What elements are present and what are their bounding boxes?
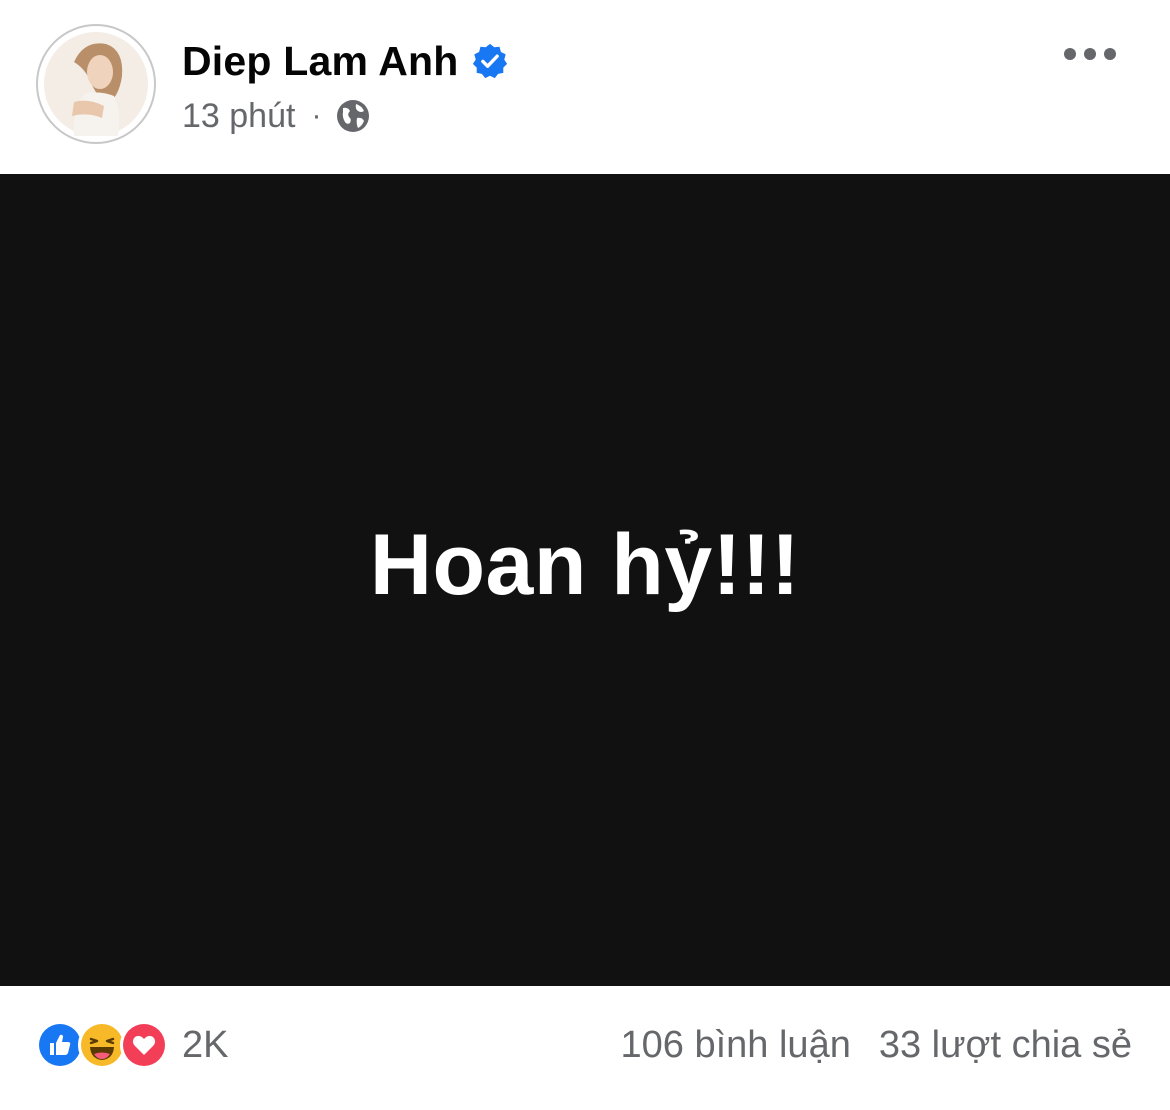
avatar-photo [44, 32, 148, 136]
author-row: Diep Lam Anh [182, 34, 509, 88]
post-time[interactable]: 13 phút [182, 97, 295, 136]
post-content-text: Hoan hỷ!!! [369, 516, 801, 613]
post-meta: 13 phút · [182, 94, 371, 138]
verified-badge-icon [472, 43, 507, 79]
more-dot [1084, 48, 1096, 60]
author-avatar[interactable] [36, 24, 156, 144]
reaction-count[interactable]: 2K [182, 1024, 228, 1067]
meta-separator: · [311, 99, 322, 132]
globe-icon [337, 100, 370, 132]
love-icon [120, 1021, 168, 1069]
post-header: Diep Lam Anh 13 phút · [0, 0, 1170, 174]
engagement-stats: 106 bình luận 33 lượt chia sẻ [621, 1020, 1132, 1070]
haha-icon [78, 1021, 126, 1069]
author-name[interactable]: Diep Lam Anh [182, 38, 459, 85]
comments-count[interactable]: 106 bình luận [621, 1024, 851, 1067]
shares-count[interactable]: 33 lượt chia sẻ [879, 1024, 1132, 1067]
reactions-summary[interactable]: 2K [36, 1020, 228, 1070]
post-media[interactable]: Hoan hỷ!!! [0, 174, 1170, 986]
like-icon [36, 1021, 84, 1069]
more-dot [1064, 48, 1076, 60]
more-dot [1104, 48, 1116, 60]
more-options-icon[interactable] [1064, 36, 1116, 72]
